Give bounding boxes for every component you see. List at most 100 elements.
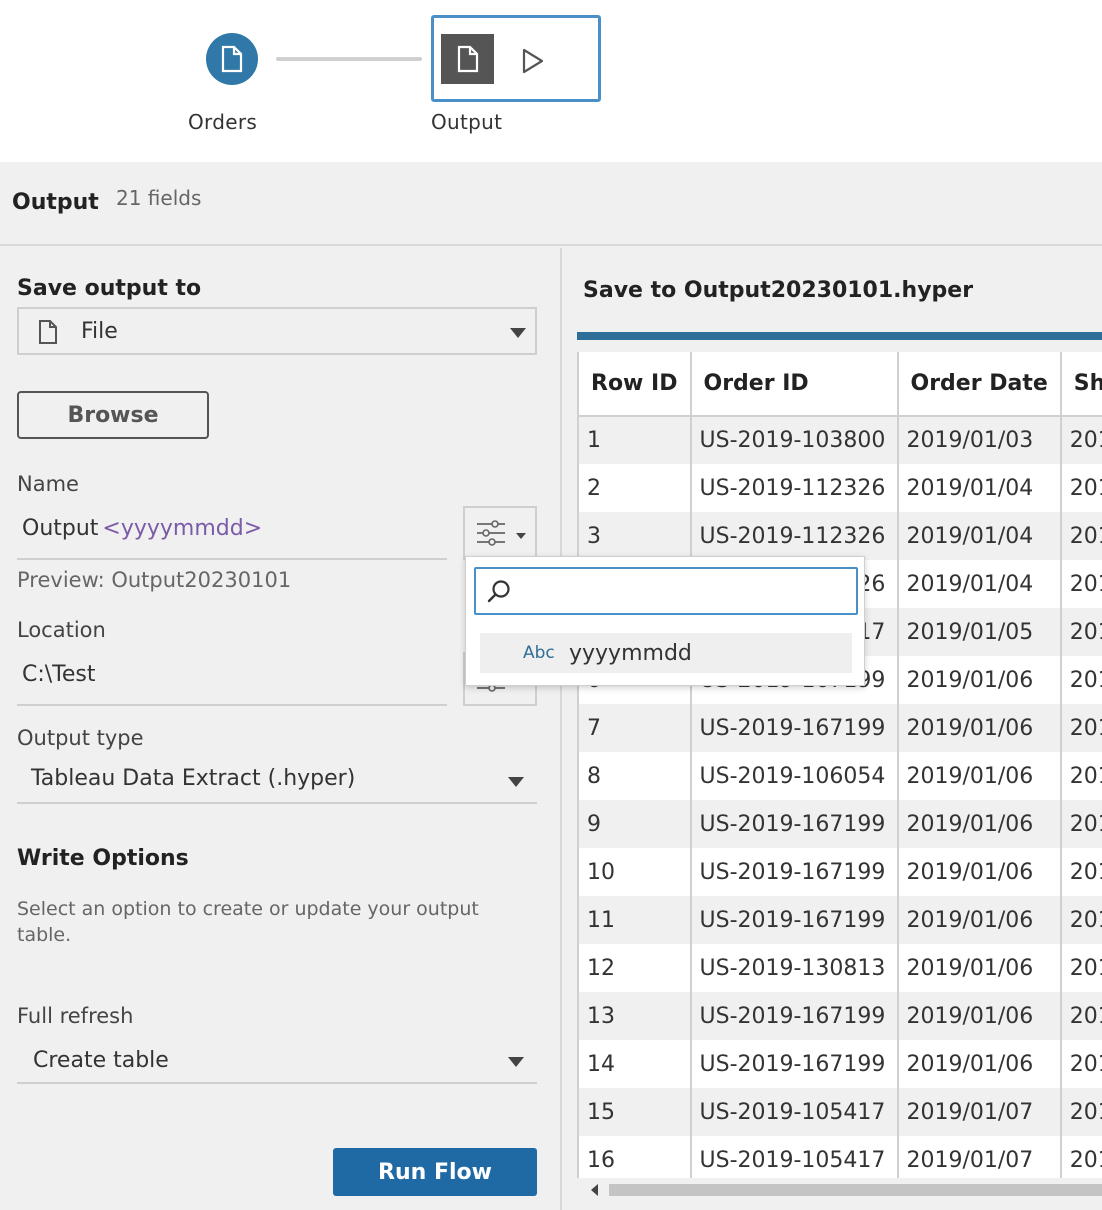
table-cell[interactable]: 7 [579,704,692,752]
table-cell[interactable]: US-2019-167199 [690,896,899,944]
table-cell[interactable]: US-2019-103800 [690,416,899,464]
table-row[interactable]: 7US-2019-1671992019/01/062019 [579,704,1102,752]
table-cell[interactable]: US-2019-106054 [690,752,899,800]
table-cell[interactable]: 2019/01/07 [897,1136,1062,1178]
table-cell[interactable]: 2019/01/05 [897,608,1062,656]
table-row[interactable]: 11US-2019-1671992019/01/062019 [579,896,1102,944]
table-cell[interactable]: 2019 [1060,416,1102,464]
table-cell[interactable]: 14 [579,1040,692,1088]
output-node[interactable] [431,15,601,102]
table-cell[interactable]: 15 [579,1088,692,1136]
table-cell[interactable]: 3 [579,512,692,560]
table-cell[interactable]: 2019/01/04 [897,464,1062,512]
table-cell[interactable]: US-2019-167199 [690,800,899,848]
table-cell[interactable]: US-2019-130813 [690,944,899,992]
parameter-item[interactable]: Abc yyyymmdd [480,633,852,673]
table-cell[interactable]: 2019 [1060,1040,1102,1088]
table-row[interactable]: 12US-2019-1308132019/01/062019 [579,944,1102,992]
table-cell[interactable]: 2019 [1060,944,1102,992]
table-cell[interactable]: 12 [579,944,692,992]
table-cell[interactable]: 2019/01/06 [897,752,1062,800]
table-cell[interactable]: US-2019-167199 [690,1040,899,1088]
table-cell[interactable]: 2019/01/04 [897,512,1062,560]
table-cell[interactable]: US-2019-105417 [690,1088,899,1136]
table-cell[interactable]: 13 [579,992,692,1040]
table-cell[interactable]: US-2019-105417 [690,1136,899,1178]
table-row[interactable]: 8US-2019-1060542019/01/062019 [579,752,1102,800]
play-icon[interactable] [520,47,546,75]
table-cell[interactable]: 9 [579,800,692,848]
insert-parameter-button[interactable] [463,506,537,560]
table-row[interactable]: 16US-2019-1054172019/01/072019 [579,1136,1102,1178]
save-output-to-select[interactable]: File [17,307,537,355]
orders-node[interactable] [206,33,258,85]
table-row[interactable]: 2US-2019-1123262019/01/042019 [579,464,1102,512]
table-cell[interactable]: 2019/01/06 [897,1040,1062,1088]
fields-count: 21 fields [116,186,202,210]
table-cell[interactable]: 2019 [1060,992,1102,1040]
table-cell[interactable]: US-2019-167199 [690,848,899,896]
parameter-search-input[interactable] [520,575,850,607]
table-cell[interactable]: 2019/01/06 [897,848,1062,896]
table-cell[interactable]: 2019/01/03 [897,416,1062,464]
table-cell[interactable]: 2019/01/06 [897,944,1062,992]
scrollbar-thumb[interactable] [609,1184,1102,1196]
table-cell[interactable]: US-2019-112326 [690,512,899,560]
table-cell[interactable]: US-2019-167199 [690,992,899,1040]
table-cell[interactable]: 2019 [1060,464,1102,512]
table-row[interactable]: 15US-2019-1054172019/01/072019 [579,1088,1102,1136]
table-body: 1US-2019-1038002019/01/0320192US-2019-11… [579,416,1102,1178]
scroll-left-icon[interactable] [591,1184,598,1196]
table-cell[interactable]: 2019 [1060,800,1102,848]
table-row[interactable]: 1US-2019-1038002019/01/032019 [579,416,1102,464]
table-cell[interactable]: 11 [579,896,692,944]
output-node-doc [441,34,494,84]
table-cell[interactable]: 2019 [1060,560,1102,608]
table-cell[interactable]: 10 [579,848,692,896]
column-header-order-date[interactable]: Order Date [897,352,1062,417]
table-cell[interactable]: 2019 [1060,848,1102,896]
table-row[interactable]: 14US-2019-1671992019/01/062019 [579,1040,1102,1088]
location-field[interactable]: C:\Test [22,662,96,687]
table-row[interactable]: 13US-2019-1671992019/01/062019 [579,992,1102,1040]
name-field[interactable]: Output <yyyymmdd> [22,516,262,541]
table-cell[interactable]: 2 [579,464,692,512]
table-cell[interactable]: 2019 [1060,896,1102,944]
column-header-ship[interactable]: Ship [1060,352,1102,417]
table-cell[interactable]: 2019/01/07 [897,1088,1062,1136]
table-cell[interactable]: US-2019-167199 [690,704,899,752]
save-output-to-title: Save output to [17,276,202,301]
preview-grid[interactable]: Row ID Order ID Order Date Ship 1US-2019… [577,352,1102,1178]
run-flow-button[interactable]: Run Flow [333,1148,537,1196]
output-type-value: Tableau Data Extract (.hyper) [31,766,356,791]
file-icon [39,320,57,344]
horizontal-scrollbar[interactable] [577,1178,1102,1200]
table-cell[interactable]: 2019 [1060,1136,1102,1178]
table-row[interactable]: 3US-2019-1123262019/01/042019 [579,512,1102,560]
table-cell[interactable]: 2019 [1060,512,1102,560]
table-cell[interactable]: 8 [579,752,692,800]
table-cell[interactable]: 2019/01/06 [897,800,1062,848]
output-type-select[interactable]: Tableau Data Extract (.hyper) [17,756,537,804]
table-cell[interactable]: US-2019-112326 [690,464,899,512]
full-refresh-select[interactable]: Create table [17,1038,537,1086]
parameter-search[interactable] [474,567,858,615]
table-cell[interactable]: 2019 [1060,704,1102,752]
browse-button[interactable]: Browse [17,391,209,439]
table-cell[interactable]: 2019 [1060,752,1102,800]
table-cell[interactable]: 2019 [1060,608,1102,656]
table-cell[interactable]: 2019/01/06 [897,704,1062,752]
table-cell[interactable]: 2019/01/06 [897,896,1062,944]
column-header-order-id[interactable]: Order ID [690,352,899,417]
table-cell[interactable]: 2019/01/04 [897,560,1062,608]
table-cell[interactable]: 2019 [1060,656,1102,704]
column-header-row-id[interactable]: Row ID [579,352,692,417]
table-cell[interactable]: 16 [579,1136,692,1178]
table-cell[interactable]: 2019/01/06 [897,656,1062,704]
table-cell[interactable]: 2019/01/06 [897,992,1062,1040]
table-cell[interactable]: 2019 [1060,1088,1102,1136]
name-underline [17,558,447,560]
table-row[interactable]: 9US-2019-1671992019/01/062019 [579,800,1102,848]
table-cell[interactable]: 1 [579,416,692,464]
table-row[interactable]: 10US-2019-1671992019/01/062019 [579,848,1102,896]
